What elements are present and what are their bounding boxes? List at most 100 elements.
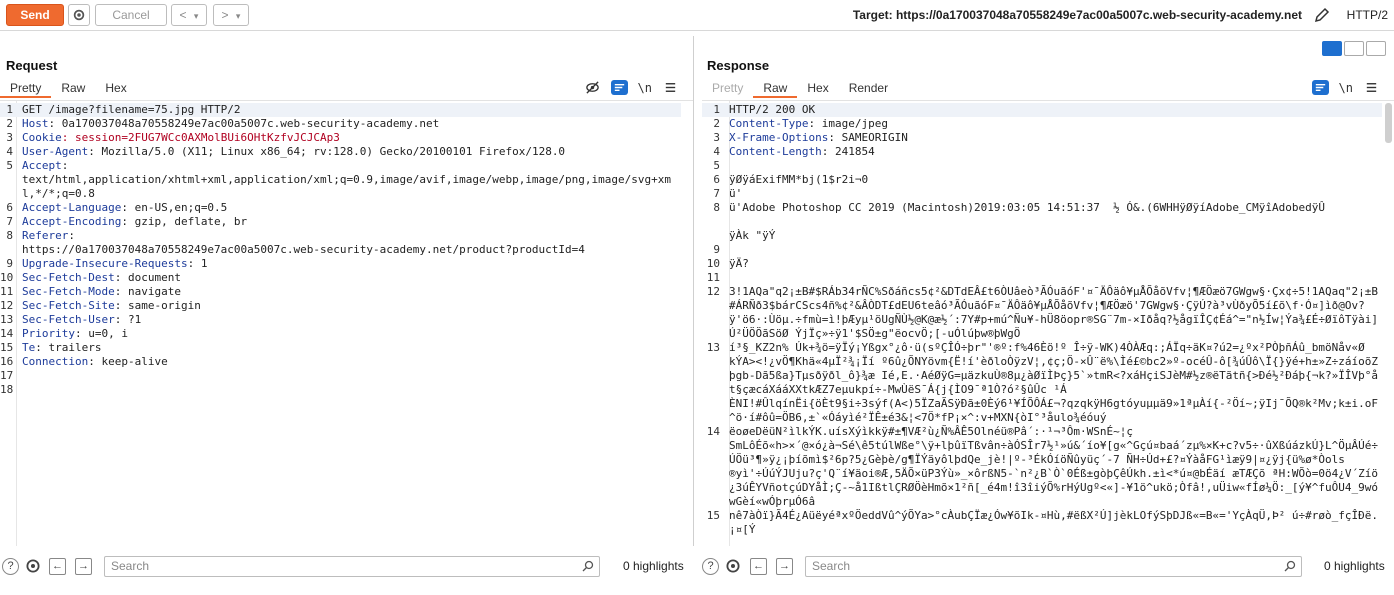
line-number: 2 bbox=[713, 117, 720, 130]
line-text: ü' bbox=[729, 187, 743, 200]
line-text: Sec-Fetch-Dest: document bbox=[22, 271, 181, 284]
dropdown-arrow-icon[interactable]: ▾ bbox=[236, 11, 241, 21]
line-text: Accept-Language: en-US,en;q=0.5 bbox=[22, 201, 228, 214]
line-number: 14 bbox=[0, 327, 14, 340]
editor-line: 9 Upgrade-Insecure-Requests: 1 bbox=[0, 257, 681, 271]
settings-button[interactable] bbox=[68, 4, 90, 26]
line-text: Accept: text/html,application/xhtml+xml,… bbox=[22, 159, 672, 200]
editor-line: 15 Te: trailers bbox=[0, 341, 681, 355]
line-number: 10 bbox=[0, 271, 14, 284]
arrow-right-icon[interactable]: → bbox=[75, 558, 92, 575]
editor-line: 10 Sec-Fetch-Dest: document bbox=[0, 271, 681, 285]
line-number: 11 bbox=[0, 285, 14, 298]
line-number: 16 bbox=[0, 355, 14, 368]
top-toolbar: Send Cancel < ▾ > ▾ Target: https://0a17… bbox=[0, 0, 1394, 31]
tab-pretty[interactable]: Pretty bbox=[0, 80, 52, 98]
help-icon[interactable]: ? bbox=[702, 558, 719, 575]
line-number: 3 bbox=[713, 131, 720, 144]
gear-icon[interactable] bbox=[24, 557, 42, 575]
line-text: Content-Length: 241854 bbox=[729, 145, 875, 158]
history-back-button[interactable]: < ▾ bbox=[171, 4, 207, 26]
history-forward-button[interactable]: > ▾ bbox=[213, 4, 249, 26]
tab-raw[interactable]: Raw bbox=[753, 80, 798, 98]
dropdown-arrow-icon[interactable]: ▾ bbox=[194, 11, 199, 21]
help-icon[interactable]: ? bbox=[2, 558, 19, 575]
line-text: X-Frame-Options: SAMEORIGIN bbox=[729, 131, 908, 144]
line-text: User-Agent: Mozilla/5.0 (X11; Linux x86_… bbox=[22, 145, 566, 158]
line-text bbox=[17, 383, 681, 397]
newline-toggle[interactable]: \n bbox=[1339, 81, 1353, 95]
send-button[interactable]: Send bbox=[6, 4, 64, 26]
editor-line: 4 User-Agent: Mozilla/5.0 (X11; Linux x86… bbox=[0, 145, 681, 159]
line-text: Sec-Fetch-Mode: navigate bbox=[22, 285, 181, 298]
word-wrap-icon[interactable] bbox=[610, 80, 628, 95]
editor-line: 12 Sec-Fetch-Site: same-origin bbox=[0, 299, 681, 313]
editor-line: 12 3!1AQa"q2¡±B#$RÁb34rÑC%Sðáñcs5¢²&DTdEÂ… bbox=[702, 285, 1382, 341]
search-input[interactable]: Search bbox=[805, 556, 1302, 577]
line-text: í³§_KZ2n% Úk+¾ö=ÿÏý¡Yßgx°¿ô·ü(sºÇÎÓ÷þr"'… bbox=[729, 341, 1379, 424]
line-number: 9 bbox=[713, 243, 720, 256]
line-number: 13 bbox=[706, 341, 720, 354]
tab-hex[interactable]: Hex bbox=[797, 80, 838, 98]
menu-icon[interactable] bbox=[662, 80, 679, 95]
line-text bbox=[724, 243, 1382, 257]
protocol-label[interactable]: HTTP/2 bbox=[1347, 8, 1388, 22]
search-input[interactable]: Search bbox=[104, 556, 600, 577]
request-tabs: Pretty Raw Hex bbox=[0, 80, 137, 98]
highlights-count: 0 highlights bbox=[1324, 559, 1385, 573]
editor-line: 13 Sec-Fetch-User: ?1 bbox=[0, 313, 681, 327]
target-url: Target: https://0a170037048a70558249e7ac… bbox=[852, 8, 1302, 22]
arrow-right-icon[interactable]: → bbox=[776, 558, 793, 575]
request-editor[interactable]: 1 GET /image?filename=75.jpg HTTP/2 2 Host:… bbox=[0, 100, 693, 546]
response-panel: Response Pretty Raw Hex Render \n 1 HTTP/… bbox=[696, 36, 1394, 546]
line-text: Cookie: session=2FUG7WCc0AXMolBUi6OHtKzf… bbox=[22, 131, 340, 144]
gear-icon bbox=[73, 9, 85, 21]
line-number: 5 bbox=[6, 159, 13, 172]
line-number: 18 bbox=[0, 383, 14, 396]
gear-icon[interactable] bbox=[724, 557, 742, 575]
editor-line: 3 X-Frame-Options: SAMEORIGIN bbox=[702, 131, 1382, 145]
arrow-left-icon[interactable]: ← bbox=[750, 558, 767, 575]
line-number: 6 bbox=[6, 201, 13, 214]
scrollbar-thumb[interactable] bbox=[1385, 103, 1392, 143]
line-number: 8 bbox=[6, 229, 13, 242]
line-number: 11 bbox=[706, 271, 720, 284]
editor-line: 3 Cookie: session=2FUG7WCc0AXMolBUi6OHtKz… bbox=[0, 131, 681, 145]
word-wrap-icon[interactable] bbox=[1311, 80, 1329, 95]
cancel-button[interactable]: Cancel bbox=[95, 4, 167, 26]
search-icon bbox=[582, 560, 594, 572]
newline-toggle[interactable]: \n bbox=[638, 81, 652, 95]
line-text: Referer: https://0a170037048a70558249e7a… bbox=[22, 229, 585, 256]
line-text: Te: trailers bbox=[22, 341, 102, 354]
response-tabs: Pretty Raw Hex Render bbox=[702, 80, 898, 98]
line-text: ü'Adobe Photoshop CC 2019 (Macintosh)201… bbox=[729, 201, 1326, 242]
arrow-left-icon[interactable]: ← bbox=[49, 558, 66, 575]
editor-line: 17 bbox=[0, 369, 681, 383]
tab-hex[interactable]: Hex bbox=[95, 80, 136, 98]
tab-pretty[interactable]: Pretty bbox=[702, 80, 753, 98]
line-number: 8 bbox=[713, 201, 720, 214]
response-view-options: \n bbox=[1311, 80, 1380, 95]
pencil-icon[interactable] bbox=[1312, 5, 1332, 25]
line-number: 3 bbox=[6, 131, 13, 144]
tab-raw[interactable]: Raw bbox=[51, 80, 95, 98]
line-number: 9 bbox=[6, 257, 13, 270]
line-number: 17 bbox=[0, 369, 14, 382]
line-number: 10 bbox=[706, 257, 720, 270]
eye-off-icon[interactable] bbox=[584, 80, 601, 95]
menu-icon[interactable] bbox=[1363, 80, 1380, 95]
editor-line: 9 bbox=[702, 243, 1382, 257]
line-number: 7 bbox=[6, 215, 13, 228]
chevron-right-icon: > bbox=[221, 8, 229, 22]
line-text: Connection: keep-alive bbox=[22, 355, 168, 368]
editor-line: 4 Content-Length: 241854 bbox=[702, 145, 1382, 159]
line-number: 4 bbox=[6, 145, 13, 158]
editor-line: 2 Host: 0a170037048a70558249e7ac00a5007c.… bbox=[0, 117, 681, 131]
line-number: 15 bbox=[0, 341, 14, 354]
tab-render[interactable]: Render bbox=[839, 80, 898, 98]
editor-line: 8 ü'Adobe Photoshop CC 2019 (Macintosh)20… bbox=[702, 201, 1382, 243]
response-editor[interactable]: 1 HTTP/2 200 OK 2 Content-Type: image/jpeg 3… bbox=[702, 100, 1394, 546]
line-text bbox=[17, 369, 681, 383]
line-text: ÿØÿáExifMM*bj(1$r2i¬0 bbox=[729, 173, 869, 186]
editor-line: 13 í³§_KZ2n% Úk+¾ö=ÿÏý¡Yßgx°¿ô·ü(sºÇÎÓ÷þr… bbox=[702, 341, 1382, 425]
